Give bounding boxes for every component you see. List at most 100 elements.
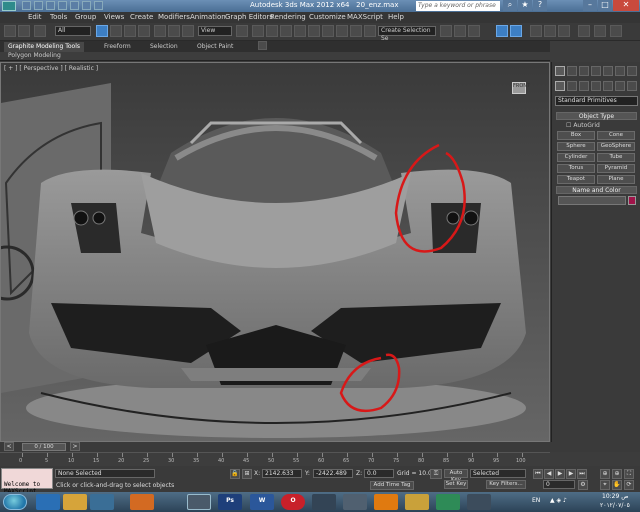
systems-icon[interactable] — [627, 81, 637, 91]
name-and-color-rollout-header[interactable]: Name and Color — [556, 186, 637, 194]
absolute-mode-icon[interactable]: ⊞ — [242, 469, 252, 479]
menu-group[interactable]: Group — [75, 13, 96, 21]
tube-button[interactable]: Tube — [597, 153, 635, 162]
previous-frame-icon[interactable]: ◀ — [544, 469, 554, 479]
tool-icon[interactable] — [467, 494, 491, 510]
pyramid-button[interactable]: Pyramid — [597, 164, 635, 173]
selection-region-icon[interactable] — [124, 25, 136, 37]
activeshade-icon[interactable] — [594, 25, 606, 37]
open-file-icon[interactable] — [34, 1, 43, 10]
next-frame-icon[interactable]: ▶ — [566, 469, 576, 479]
close-button[interactable]: ✕ — [613, 0, 639, 11]
zoom-all-icon[interactable]: ⊕ — [612, 469, 622, 479]
space-warps-icon[interactable] — [615, 81, 625, 91]
file-explorer-icon[interactable] — [63, 494, 87, 510]
menu-views[interactable]: Views — [104, 13, 124, 21]
polygon-modeling-panel[interactable]: Polygon Modeling — [4, 51, 65, 61]
clock-date[interactable]: ٢٠١٢/٠٧/٠٥ — [600, 502, 630, 509]
select-by-name-icon[interactable] — [110, 25, 122, 37]
time-prev-icon[interactable]: < — [4, 442, 14, 451]
render-teapot-icon[interactable] — [610, 25, 622, 37]
rotate-icon[interactable] — [168, 25, 180, 37]
go-to-end-icon[interactable]: ⏭ — [577, 469, 587, 479]
3dsmax-taskbar-icon[interactable] — [187, 494, 211, 510]
field-of-view-icon[interactable]: ⌖ — [600, 480, 610, 490]
select-object-icon[interactable] — [96, 25, 108, 37]
keyboard-shortcut-icon[interactable] — [266, 25, 278, 37]
reference-coordinate-select[interactable]: View — [198, 26, 232, 36]
geometry-icon[interactable] — [555, 81, 565, 91]
object-type-rollout-header[interactable]: Object Type — [556, 112, 637, 120]
clock-time[interactable]: 10:29 ص — [602, 493, 628, 500]
percent-snap-icon[interactable] — [308, 25, 320, 37]
orbit-icon[interactable]: ⟳ — [624, 480, 634, 490]
app-logo-icon[interactable] — [2, 1, 16, 11]
viewport-label[interactable]: [ + ] [ Perspective ] [ Realistic ] — [4, 65, 98, 72]
sphere-button[interactable]: Sphere — [557, 142, 595, 151]
redo-icon[interactable] — [70, 1, 79, 10]
save-file-icon[interactable] — [46, 1, 55, 10]
menu-create[interactable]: Create — [130, 13, 153, 21]
vlc-icon[interactable] — [374, 494, 398, 510]
menu-animation[interactable]: Animation — [190, 13, 226, 21]
current-frame-field[interactable]: 0 — [543, 480, 575, 489]
maxscript-listener[interactable]: Welcome to MAXScript — [1, 468, 53, 495]
torus-button[interactable]: Torus — [557, 164, 595, 173]
pan-icon[interactable]: ✋ — [612, 480, 622, 490]
tray-icons[interactable]: ▲ ◈ ♪ — [550, 497, 567, 504]
new-file-icon[interactable] — [22, 1, 31, 10]
selection-filter-select[interactable]: All — [55, 26, 91, 36]
folder-icon[interactable] — [405, 494, 429, 510]
key-mode-select[interactable]: Selected — [470, 469, 526, 478]
menu-help[interactable]: Help — [388, 13, 404, 21]
x-coordinate-field[interactable]: 2142.633 — [262, 469, 302, 478]
z-coordinate-field[interactable]: 0.0 — [364, 469, 394, 478]
photoshop-icon[interactable]: Ps — [218, 494, 242, 510]
perspective-viewport[interactable]: [ + ] [ Perspective ] [ Realistic ] — [0, 62, 550, 442]
undo-icon[interactable] — [58, 1, 67, 10]
plane-button[interactable]: Plane — [597, 175, 635, 184]
modify-tab-icon[interactable] — [567, 66, 577, 76]
clock-app-icon[interactable] — [312, 494, 336, 510]
link-icon[interactable] — [34, 25, 46, 37]
ribbon-toggle-icon[interactable] — [258, 41, 267, 50]
lock-selection-icon[interactable]: 🔒 — [230, 469, 240, 479]
menu-modifiers[interactable]: Modifiers — [158, 13, 190, 21]
opera-icon[interactable]: O — [281, 494, 305, 510]
menu-graph-editors[interactable]: Graph Editors — [225, 13, 273, 21]
time-next-icon[interactable]: > — [70, 442, 80, 451]
maximize-button[interactable]: □ — [598, 0, 612, 11]
menu-maxscript[interactable]: MAXScript — [347, 13, 383, 21]
motion-tab-icon[interactable] — [591, 66, 601, 76]
hierarchy-tab-icon[interactable] — [579, 66, 589, 76]
messenger-icon[interactable] — [436, 494, 460, 510]
zoom-icon[interactable]: ⊕ — [600, 469, 610, 479]
redo-icon[interactable] — [18, 25, 30, 37]
search-icon[interactable]: ⌕ — [503, 0, 517, 11]
language-indicator[interactable]: EN — [532, 497, 540, 504]
layer-manager-icon[interactable] — [440, 25, 452, 37]
autogrid-checkbox[interactable]: ☐ AutoGrid — [566, 122, 600, 129]
hold-icon[interactable] — [82, 1, 91, 10]
geosphere-button[interactable]: GeoSphere — [597, 142, 635, 151]
internet-explorer-icon[interactable] — [36, 494, 60, 510]
tab-freeform[interactable]: Freeform — [100, 42, 135, 52]
object-name-field[interactable] — [558, 196, 626, 205]
panel-menu-icon[interactable] — [627, 66, 637, 76]
start-button[interactable] — [3, 494, 27, 510]
window-crossing-icon[interactable] — [138, 25, 150, 37]
display-tab-icon[interactable] — [603, 66, 613, 76]
help-icon[interactable]: ? — [533, 0, 547, 11]
go-to-start-icon[interactable]: ⏮ — [533, 469, 543, 479]
utilities-tab-icon[interactable] — [615, 66, 625, 76]
key-filters-button[interactable]: Key Filters... — [486, 480, 526, 489]
minimize-button[interactable]: – — [583, 0, 597, 11]
material-editor-icon[interactable] — [510, 25, 522, 37]
menu-tools[interactable]: Tools — [50, 13, 67, 21]
object-color-swatch[interactable] — [628, 196, 636, 205]
shapes-icon[interactable] — [567, 81, 577, 91]
render-iterative-icon[interactable] — [578, 25, 590, 37]
teapot-button[interactable]: Teapot — [557, 175, 595, 184]
scale-icon[interactable] — [182, 25, 194, 37]
rendered-frame-window-icon[interactable] — [544, 25, 556, 37]
